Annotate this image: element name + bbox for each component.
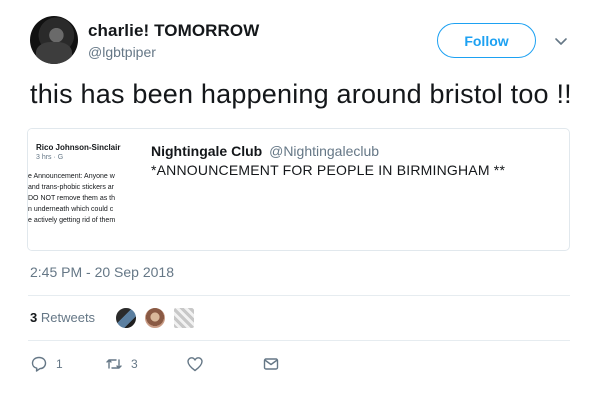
- retweeter-avatar[interactable]: [114, 306, 138, 330]
- reply-icon: [31, 356, 47, 372]
- thumbnail-line: and trans-phobic stickers ar: [28, 184, 114, 191]
- tweet-text: this has been happening around bristol t…: [30, 79, 572, 109]
- retweeter-avatar[interactable]: [172, 306, 196, 330]
- reply-action[interactable]: 1: [30, 354, 63, 374]
- quoted-author-handle: @Nightingaleclub: [269, 143, 380, 159]
- tweet-timestamp[interactable]: 2:45 PM - 20 Sep 2018: [30, 264, 174, 280]
- display-name[interactable]: charlie! TOMORROW: [88, 21, 259, 41]
- retweet-icon: [106, 359, 122, 369]
- divider: [28, 340, 570, 341]
- reply-count: 1: [56, 357, 63, 371]
- user-avatar[interactable]: [30, 16, 78, 64]
- quoted-tweet[interactable]: Rico Johnson-Sinclair 3 hrs · G e Announ…: [27, 128, 570, 251]
- user-handle[interactable]: @lgbtpiper: [88, 44, 156, 60]
- envelope-icon: [263, 358, 279, 370]
- thumbnail-line: n underneath which could c: [28, 206, 114, 213]
- thumbnail-line: e Announcement: Anyone w: [28, 173, 115, 180]
- heart-icon: [187, 357, 203, 372]
- follow-button[interactable]: Follow: [437, 23, 536, 58]
- quoted-text: *ANNOUNCEMENT FOR PEOPLE IN BIRMINGHAM *…: [151, 162, 506, 178]
- thumbnail-line: DO NOT remove them as th: [28, 195, 116, 202]
- thumbnail-time: 3 hrs · G: [36, 154, 64, 161]
- retweets-label: Retweets: [40, 310, 96, 325]
- quoted-author-name: Nightingale Club: [151, 143, 263, 159]
- message-action[interactable]: [262, 354, 280, 374]
- quoted-tweet-thumbnail: Rico Johnson-Sinclair 3 hrs · G e Announ…: [28, 129, 140, 250]
- retweets-count: 3: [30, 310, 38, 325]
- retweeter-avatar[interactable]: [143, 306, 167, 330]
- divider: [28, 295, 570, 296]
- retweet-count: 3: [131, 357, 138, 371]
- retweet-action[interactable]: 3: [105, 354, 138, 374]
- like-action[interactable]: [186, 354, 204, 374]
- retweets-stat[interactable]: 3 Retweets: [30, 310, 95, 325]
- quoted-author: Nightingale Club @Nightingaleclub: [151, 143, 379, 159]
- thumbnail-author: Rico Johnson-Sinclair: [36, 143, 121, 152]
- chevron-down-icon[interactable]: [552, 32, 570, 50]
- thumbnail-line: e actively getting rid of them: [28, 217, 116, 224]
